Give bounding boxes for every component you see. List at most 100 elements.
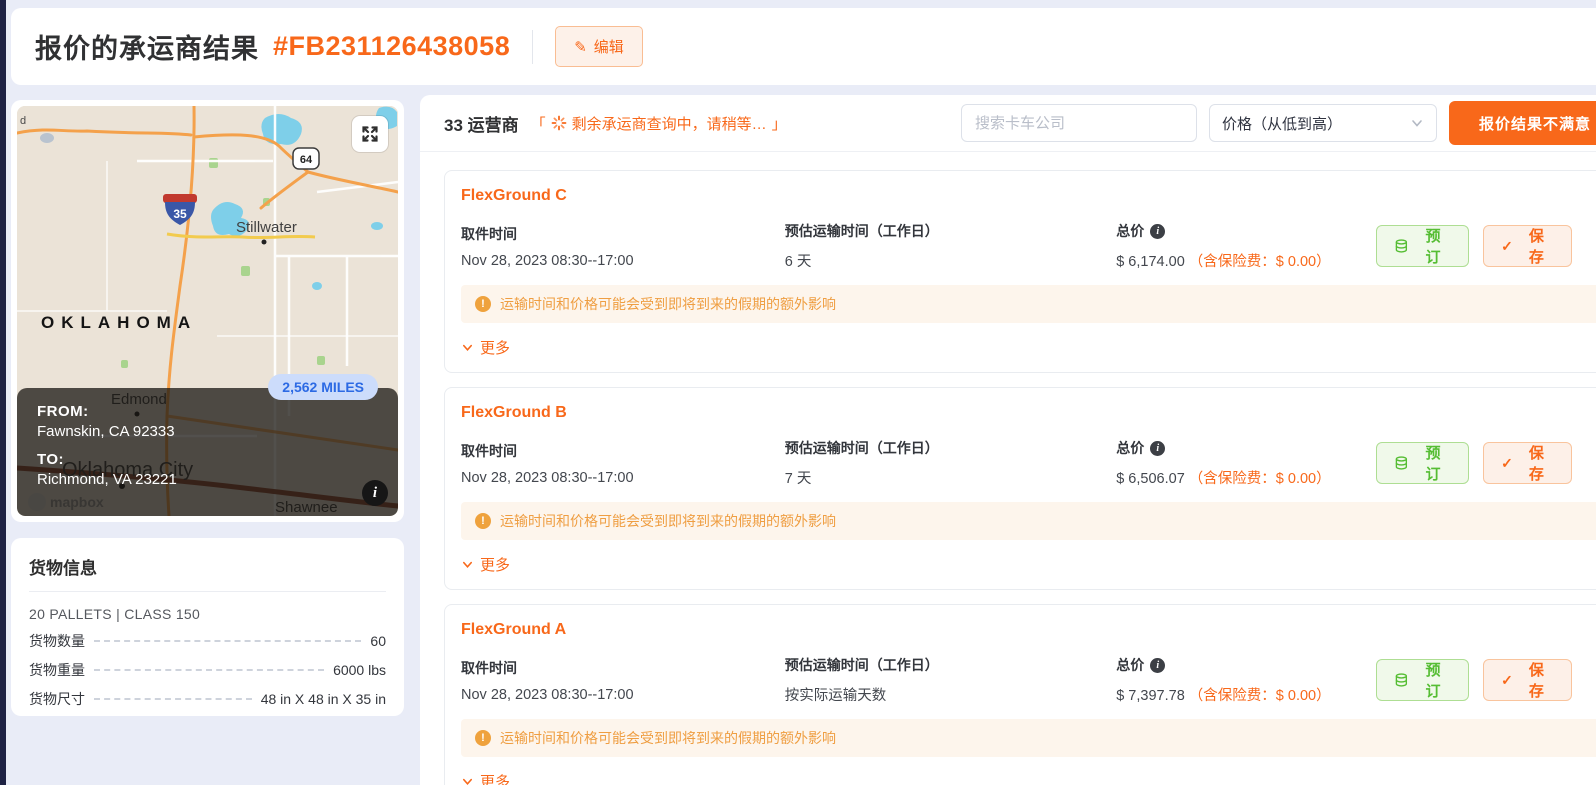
route-summary-overlay: 2,562 MILES FROM: Fawnskin, CA 92333 TO:…	[17, 388, 398, 516]
sort-select[interactable]: 价格（从低到高）	[1209, 104, 1437, 142]
dotted-leader	[94, 669, 324, 671]
pencil-icon: ✎	[574, 38, 587, 56]
insurance-note: （含保险费：$ 0.00）	[1189, 471, 1331, 487]
save-button[interactable]: ✓ 保存	[1483, 659, 1572, 701]
warning-text: 运输时间和价格可能会受到即将到来的假期的额外影响	[500, 728, 836, 748]
svg-text:64: 64	[300, 154, 313, 166]
price-value: $ 7,397.78	[1116, 688, 1185, 704]
dotted-leader	[94, 640, 361, 642]
cargo-row: 货物尺寸 48 in X 48 in X 35 in	[29, 689, 386, 709]
pickup-value: Nov 28, 2023 08:30--17:00	[461, 687, 785, 703]
bracket-open: 「	[531, 113, 546, 134]
book-button[interactable]: 预订	[1376, 659, 1469, 701]
holiday-warning: ! 运输时间和价格可能会受到即将到来的假期的额外影响	[461, 502, 1596, 540]
chevron-down-icon	[461, 558, 474, 571]
transit-label: 预估运输时间（工作日）	[785, 221, 1116, 241]
order-number: #FB231126438058	[273, 31, 510, 62]
database-icon	[1394, 238, 1409, 254]
more-link[interactable]: 更多	[461, 554, 510, 575]
more-link[interactable]: 更多	[461, 337, 510, 358]
map-partial-label: d	[20, 115, 26, 127]
warning-icon: !	[475, 513, 491, 529]
cargo-info-card: 货物信息 20 PALLETS | CLASS 150 货物数量 60 货物重量…	[11, 538, 404, 716]
more-link-label: 更多	[480, 554, 510, 575]
more-link-label: 更多	[480, 771, 510, 785]
carrier-card: FlexGround B 取件时间 Nov 28, 2023 08:30--17…	[444, 387, 1596, 590]
transit-label: 预估运输时间（工作日）	[785, 655, 1116, 675]
carrier-list: FlexGround C 取件时间 Nov 28, 2023 08:30--17…	[420, 152, 1596, 785]
book-button[interactable]: 预订	[1376, 225, 1469, 267]
warning-icon: !	[475, 296, 491, 312]
loading-spinner-icon	[551, 115, 567, 131]
pickup-value: Nov 28, 2023 08:30--17:00	[461, 470, 785, 486]
chevron-down-icon	[1410, 116, 1424, 130]
cargo-row-value: 48 in X 48 in X 35 in	[261, 691, 386, 707]
transit-label: 预估运输时间（工作日）	[785, 438, 1116, 458]
page-title: 报价的承运商结果	[35, 27, 259, 66]
check-icon: ✓	[1501, 672, 1513, 689]
pickup-label: 取件时间	[461, 658, 785, 678]
cargo-row: 货物数量 60	[29, 631, 386, 651]
price-value: $ 6,506.07	[1116, 471, 1185, 487]
results-panel: 33 运营商 「 剩余承运商查询中，请稍等… 」 价格（从低到高）	[420, 95, 1596, 785]
pickup-value: Nov 28, 2023 08:30--17:00	[461, 253, 785, 269]
info-icon[interactable]: i	[1150, 224, 1165, 239]
edit-button-label: 编辑	[594, 36, 624, 57]
left-edge-strip	[0, 0, 6, 785]
us-route-shield: 64	[293, 148, 319, 169]
dotted-leader	[94, 698, 252, 700]
quote-feedback-button[interactable]: 报价结果不满意	[1449, 101, 1596, 145]
loading-status: 「 剩余承运商查询中，请稍等… 」	[531, 113, 787, 134]
database-icon	[1394, 455, 1409, 471]
warning-text: 运输时间和价格可能会受到即将到来的假期的额外影响	[500, 294, 836, 314]
search-input[interactable]	[961, 104, 1197, 142]
save-button-label: 保存	[1522, 442, 1554, 484]
more-link[interactable]: 更多	[461, 771, 510, 785]
warning-text: 运输时间和价格可能会受到即将到来的假期的额外影响	[500, 511, 836, 531]
total-label: 总价	[1116, 221, 1144, 241]
save-button-label: 保存	[1522, 225, 1554, 267]
cargo-row: 货物重量 6000 lbs	[29, 660, 386, 680]
from-label: FROM:	[37, 403, 378, 420]
cargo-title: 货物信息	[29, 554, 386, 592]
distance-badge: 2,562 MILES	[268, 374, 378, 400]
from-value: Fawnskin, CA 92333	[37, 423, 378, 440]
bracket-close: 」	[772, 113, 787, 134]
city-label-stillwater: Stillwater	[236, 219, 297, 236]
database-icon	[1394, 672, 1409, 688]
carrier-card: FlexGround A 取件时间 Nov 28, 2023 08:30--17…	[444, 604, 1596, 785]
pickup-label: 取件时间	[461, 224, 785, 244]
map-fullscreen-button[interactable]	[352, 116, 388, 152]
holiday-warning: ! 运输时间和价格可能会受到即将到来的假期的额外影响	[461, 719, 1596, 757]
carrier-name: FlexGround C	[461, 187, 1596, 205]
chevron-down-icon	[461, 341, 474, 354]
to-value: Richmond, VA 23221	[37, 471, 378, 488]
insurance-note: （含保险费：$ 0.00）	[1189, 254, 1331, 270]
cargo-row-value: 6000 lbs	[333, 662, 386, 678]
book-button[interactable]: 预订	[1376, 442, 1469, 484]
edit-button[interactable]: ✎ 编辑	[555, 26, 643, 67]
check-icon: ✓	[1501, 455, 1513, 472]
pickup-label: 取件时间	[461, 441, 785, 461]
carrier-name: FlexGround B	[461, 404, 1596, 422]
carrier-name: FlexGround A	[461, 621, 1596, 639]
map-attribution-info-button[interactable]: i	[362, 480, 388, 506]
info-icon[interactable]: i	[1150, 441, 1165, 456]
info-icon[interactable]: i	[1150, 658, 1165, 673]
loading-text: 剩余承运商查询中，请稍等…	[572, 113, 767, 134]
map-canvas[interactable]: 64 35 d Stillwater OKLAHOMA Edmond Oklah…	[17, 106, 398, 516]
transit-value: 按实际运输天数	[785, 684, 1116, 705]
state-label: OKLAHOMA	[41, 313, 197, 332]
carrier-card: FlexGround C 取件时间 Nov 28, 2023 08:30--17…	[444, 170, 1596, 373]
warning-icon: !	[475, 730, 491, 746]
to-label: TO:	[37, 451, 378, 468]
cargo-row-label: 货物重量	[29, 660, 85, 680]
page-header: 报价的承运商结果 #FB231126438058 ✎ 编辑	[11, 8, 1596, 85]
cargo-summary: 20 PALLETS | CLASS 150	[29, 606, 386, 622]
save-button[interactable]: ✓ 保存	[1483, 225, 1572, 267]
holiday-warning: ! 运输时间和价格可能会受到即将到来的假期的额外影响	[461, 285, 1596, 323]
save-button[interactable]: ✓ 保存	[1483, 442, 1572, 484]
save-button-label: 保存	[1522, 659, 1554, 701]
results-header: 33 运营商 「 剩余承运商查询中，请稍等… 」 价格（从低到高）	[420, 95, 1596, 152]
total-label: 总价	[1116, 438, 1144, 458]
